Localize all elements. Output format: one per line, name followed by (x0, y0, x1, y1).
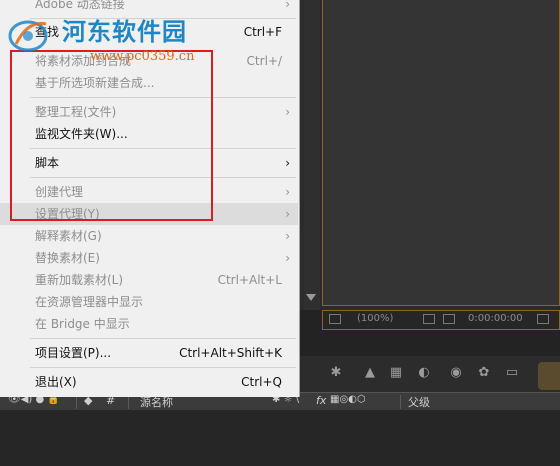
column-divider (400, 395, 401, 409)
watermark-logo-icon (8, 20, 48, 52)
zoom-level[interactable]: (100%) (357, 313, 393, 324)
composition-viewer[interactable] (322, 0, 560, 306)
layer-switches-icon[interactable]: ▦◎◐⬡ (330, 394, 366, 405)
annotation-highlight-box (10, 50, 213, 221)
submenu-arrow-icon: › (285, 0, 290, 11)
menu-item-exit[interactable]: 退出(X) Ctrl+Q (0, 371, 298, 393)
menu-item-project-settings[interactable]: 项目设置(P)... Ctrl+Alt+Shift+K (0, 342, 298, 364)
column-divider (76, 395, 77, 409)
region-of-interest-icon[interactable] (329, 314, 341, 324)
menu-item-reveal-in-explorer[interactable]: 在资源管理器中显示 (0, 291, 298, 313)
submenu-arrow-icon: › (285, 156, 290, 170)
menu-item-reveal-in-bridge[interactable]: 在 Bridge 中显示 (0, 313, 298, 335)
frame-blending-icon[interactable]: ▦ (388, 366, 404, 380)
timeline-zoom-handle[interactable] (538, 362, 560, 390)
watermark-url: www.pc0359.cn (90, 49, 195, 64)
composition-toolbar: (100%) 0:00:00:00 (322, 310, 560, 330)
draft-3d-icon[interactable]: ▲ (362, 366, 378, 380)
submenu-arrow-icon: › (285, 207, 290, 221)
comp-marker-icon[interactable]: ✱ (328, 366, 344, 380)
menu-item-replace-footage[interactable]: 替换素材(E) › (0, 247, 298, 269)
snapshot-camera-icon[interactable] (537, 314, 549, 324)
menu-item-interpret-footage[interactable]: 解释素材(G) › (0, 225, 298, 247)
parent-header[interactable]: 父级 (408, 394, 430, 410)
shy-layers-icon[interactable]: ▭ (504, 366, 520, 380)
menu-separator (30, 367, 296, 368)
submenu-arrow-icon: › (285, 185, 290, 199)
submenu-arrow-icon: › (285, 251, 290, 265)
layer-list[interactable] (0, 410, 560, 466)
timeline-toolbar: ✱ ▲ ▦ ◐ ◉ ✿ ▭ (300, 356, 560, 392)
menu-scrollbar[interactable] (304, 0, 320, 310)
submenu-arrow-icon: › (285, 105, 290, 119)
grid-icon[interactable] (423, 314, 435, 324)
menu-separator (30, 338, 296, 339)
column-divider (128, 395, 129, 409)
watermark-title: 河东软件园 (62, 17, 187, 46)
scroll-down-arrow-icon[interactable] (306, 294, 316, 301)
brainstorm-icon[interactable]: ✿ (476, 366, 492, 380)
submenu-arrow-icon: › (285, 229, 290, 243)
timecode-display[interactable]: 0:00:00:00 (468, 313, 523, 324)
menu-item-reload-footage[interactable]: 重新加载素材(L) Ctrl+Alt+L (0, 269, 298, 291)
transparency-grid-icon[interactable] (443, 314, 455, 324)
graph-editor-icon[interactable]: ◉ (448, 366, 464, 380)
fx-switch[interactable]: fx (316, 394, 326, 407)
motion-blur-icon[interactable]: ◐ (416, 366, 432, 380)
